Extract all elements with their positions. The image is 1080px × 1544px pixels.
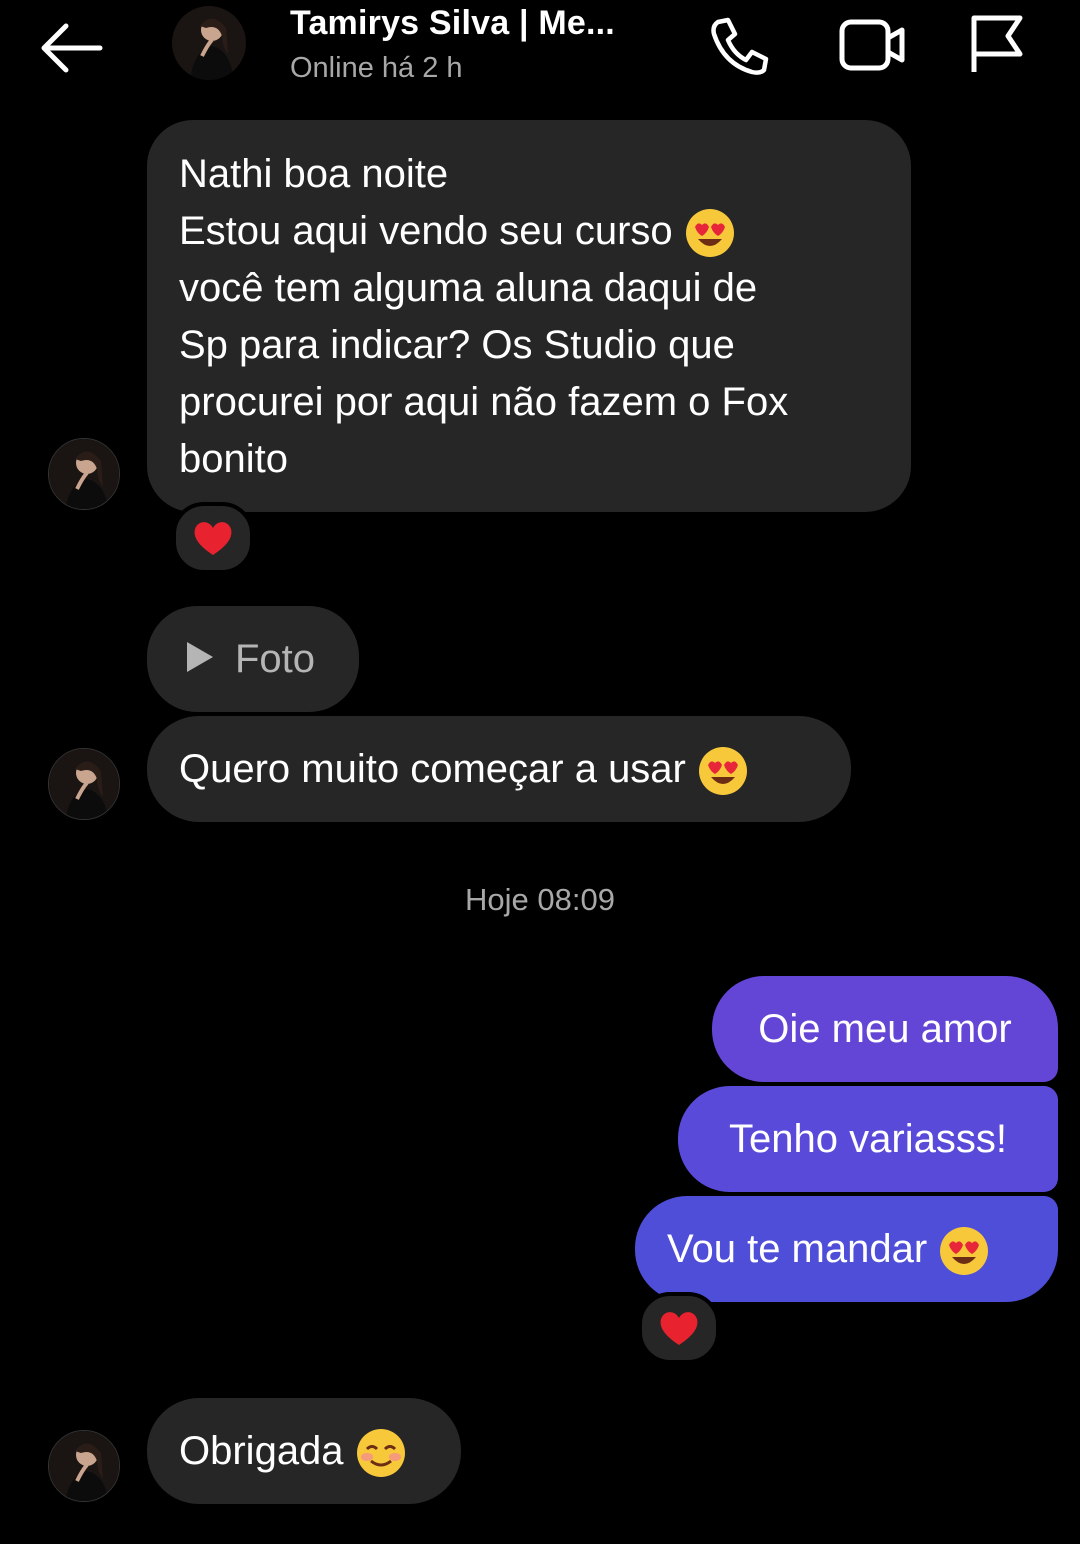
contact-name[interactable]: Tamirys Silva | Me... bbox=[290, 4, 615, 43]
incoming-message[interactable]: Nathi boa noite Estou aqui vendo seu cur… bbox=[147, 120, 911, 512]
heart-icon bbox=[660, 1312, 698, 1345]
avatar-photo bbox=[49, 439, 119, 509]
heart-eyes-emoji-icon bbox=[940, 1227, 989, 1276]
outgoing-message[interactable]: Vou te mandar bbox=[635, 1196, 1058, 1302]
back-button[interactable] bbox=[36, 18, 108, 78]
message-line: bonito bbox=[179, 437, 288, 481]
message-text: Obrigada bbox=[179, 1429, 344, 1473]
arrow-left-icon bbox=[41, 23, 103, 73]
sender-avatar[interactable] bbox=[48, 1430, 120, 1502]
contact-avatar[interactable] bbox=[172, 6, 246, 80]
heart-icon bbox=[194, 522, 232, 555]
message-text: Vou te mandar bbox=[667, 1227, 928, 1271]
flag-icon bbox=[971, 15, 1023, 72]
smiling-blush-emoji-icon bbox=[356, 1429, 405, 1478]
photo-label: Foto bbox=[235, 637, 316, 681]
message-reaction[interactable] bbox=[638, 1292, 720, 1364]
timestamp-divider: Hoje 08:09 bbox=[465, 882, 615, 917]
message-line: Sp para indicar? Os Studio que bbox=[179, 323, 735, 367]
heart-eyes-emoji-icon bbox=[685, 209, 734, 258]
report-button[interactable] bbox=[962, 10, 1028, 76]
message-line: Nathi boa noite bbox=[179, 152, 449, 196]
avatar-photo bbox=[49, 1431, 119, 1501]
avatar-photo bbox=[49, 749, 119, 819]
phone-icon bbox=[711, 17, 769, 75]
heart-eyes-emoji-icon bbox=[699, 747, 747, 796]
photo-attachment[interactable]: Foto bbox=[147, 606, 359, 712]
message-text: Estou aqui vendo seu curso bbox=[179, 209, 673, 253]
play-icon bbox=[187, 642, 213, 673]
contact-status: Online há 2 h bbox=[290, 52, 463, 84]
incoming-message[interactable]: Quero muito começar a usar bbox=[147, 716, 851, 822]
avatar-photo bbox=[172, 6, 246, 80]
call-button[interactable] bbox=[704, 12, 776, 78]
sender-avatar[interactable] bbox=[48, 748, 120, 820]
video-call-button[interactable] bbox=[834, 12, 908, 78]
message-line: procurei por aqui não fazem o Fox bbox=[179, 380, 789, 424]
message-line: você tem alguma aluna daqui de bbox=[179, 266, 758, 310]
message-reaction[interactable] bbox=[172, 502, 254, 574]
message-line: Estou aqui vendo seu curso bbox=[179, 203, 879, 260]
incoming-message[interactable]: Obrigada bbox=[147, 1398, 461, 1504]
sender-avatar[interactable] bbox=[48, 438, 120, 510]
message-text: Quero muito começar a usar bbox=[179, 747, 686, 791]
outgoing-message[interactable]: Tenho variasss! bbox=[678, 1086, 1058, 1192]
outgoing-message[interactable]: Oie meu amor bbox=[712, 976, 1058, 1082]
video-camera-icon bbox=[839, 19, 905, 71]
